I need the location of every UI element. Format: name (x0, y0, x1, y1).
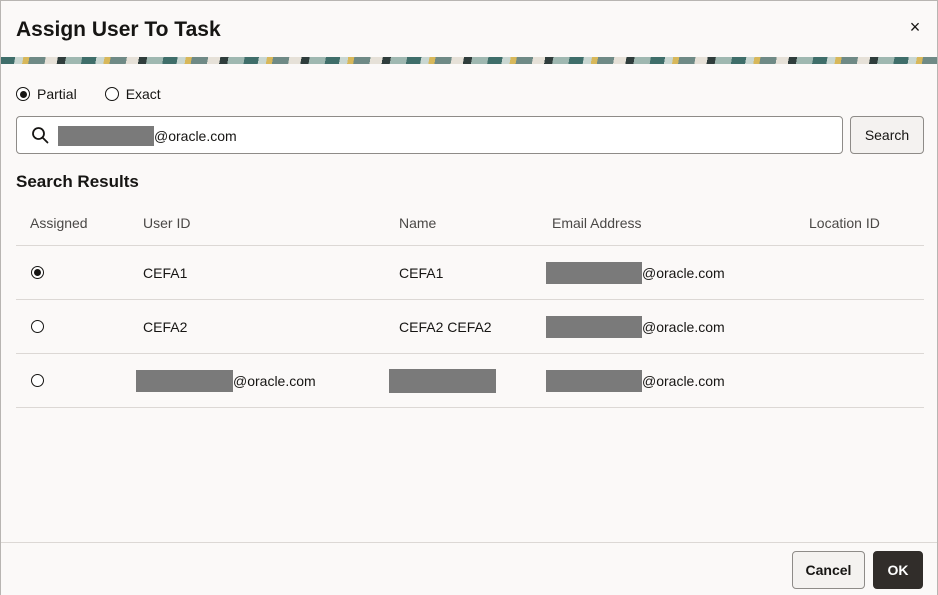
column-header-name: Name (399, 215, 437, 231)
redacted-block (58, 126, 154, 146)
ok-button[interactable]: OK (873, 551, 923, 589)
close-button[interactable]: × (905, 17, 925, 37)
redacted-block (546, 261, 642, 284)
email-cell: @oracle.com (546, 246, 725, 299)
partial-radio[interactable] (16, 87, 30, 101)
name-cell: CEFA1 (399, 264, 444, 281)
search-mode-group: Partial Exact (16, 85, 189, 103)
email-suffix: @oracle.com (642, 372, 725, 389)
dialog-footer: Cancel OK (1, 542, 937, 595)
column-header-email: Email Address (552, 215, 642, 231)
assigned-radio[interactable] (31, 320, 44, 333)
search-value-suffix: @oracle.com (154, 128, 237, 144)
user-id-cell: @oracle.com (136, 354, 316, 407)
email-cell: @oracle.com (546, 300, 725, 353)
user-id-cell: CEFA1 (143, 264, 188, 281)
email-suffix: @oracle.com (642, 264, 725, 281)
user-id-suffix: @oracle.com (233, 372, 316, 389)
table-row[interactable]: CEFA1 CEFA1 @oracle.com (16, 246, 924, 300)
table-row[interactable]: @oracle.com @oracle.com (16, 354, 924, 408)
redacted-block (546, 315, 642, 338)
partial-label: Partial (37, 86, 77, 102)
email-cell: @oracle.com (546, 354, 725, 407)
redacted-block (389, 368, 496, 393)
column-header-location-id: Location ID (809, 215, 880, 231)
search-button[interactable]: Search (850, 116, 924, 154)
table-header: Assigned User ID Name Email Address Loca… (16, 199, 924, 246)
dialog-header: Assign User To Task × (1, 1, 937, 57)
exact-radio-option[interactable]: Exact (104, 86, 161, 102)
user-id-cell: CEFA2 (143, 318, 188, 335)
assigned-radio[interactable] (31, 266, 44, 279)
dialog-title: Assign User To Task (16, 18, 221, 41)
search-results-heading: Search Results (16, 172, 139, 191)
column-header-assigned: Assigned (30, 215, 88, 231)
email-suffix: @oracle.com (642, 318, 725, 335)
assign-user-dialog: Assign User To Task × Partial Exact @ora… (0, 0, 938, 595)
close-icon: × (909, 17, 921, 37)
results-table: Assigned User ID Name Email Address Loca… (16, 199, 924, 408)
search-value: @oracle.com (58, 126, 237, 146)
exact-label: Exact (125, 86, 161, 102)
decorative-banner (1, 57, 937, 64)
name-cell: CEFA2 CEFA2 (399, 318, 492, 335)
column-header-user-id: User ID (143, 215, 191, 231)
redacted-block (546, 369, 642, 392)
search-input[interactable]: @oracle.com (16, 116, 843, 154)
cancel-button[interactable]: Cancel (792, 551, 865, 589)
exact-radio[interactable] (104, 87, 119, 101)
name-cell (389, 354, 496, 407)
search-icon (32, 127, 49, 144)
table-row[interactable]: CEFA2 CEFA2 CEFA2 @oracle.com (16, 300, 924, 354)
partial-radio-option[interactable]: Partial (16, 86, 77, 102)
redacted-block (136, 369, 233, 392)
assigned-radio[interactable] (31, 374, 44, 387)
